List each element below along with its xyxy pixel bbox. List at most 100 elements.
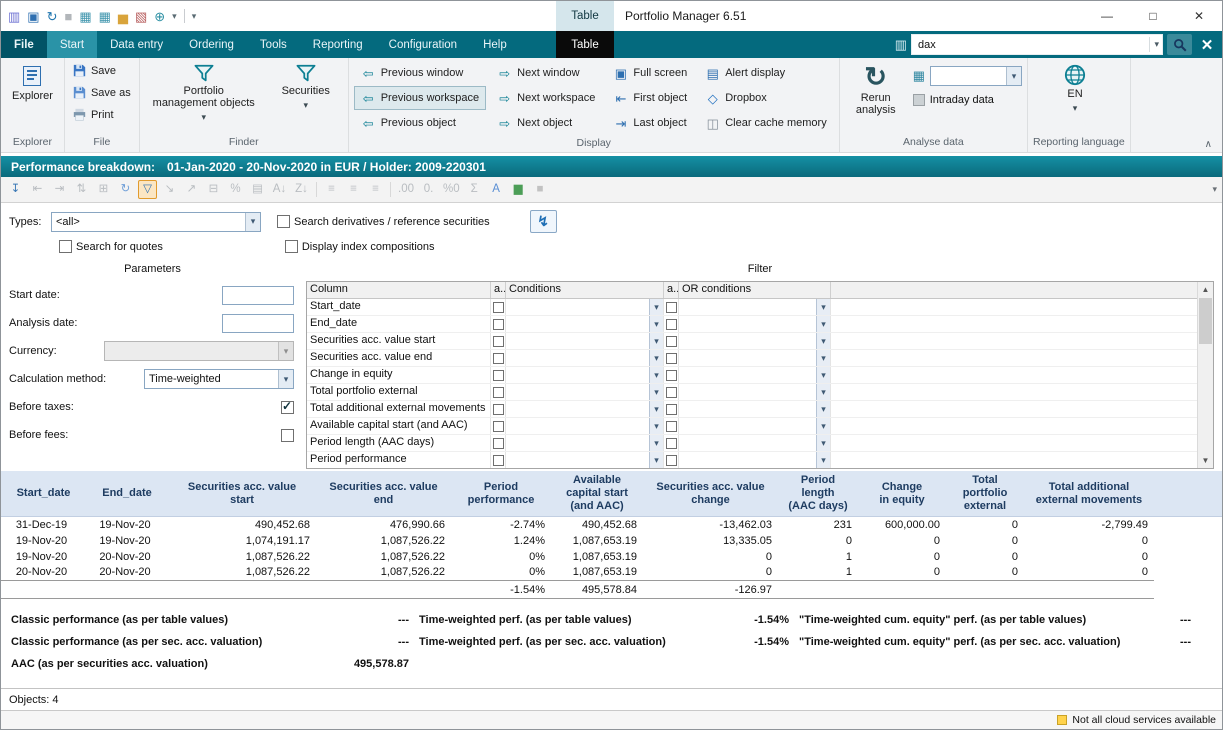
filter-or-checkbox[interactable] — [664, 350, 679, 366]
filter-and-checkbox[interactable] — [491, 435, 506, 451]
time-table-icon[interactable]: ▦ — [99, 10, 111, 23]
filter-or-conditions-select[interactable] — [679, 299, 831, 315]
chart-rise-icon[interactable]: ↗ — [182, 180, 201, 199]
analysis-date-input[interactable] — [222, 314, 294, 333]
alert-display-button[interactable]: ▤Alert display — [698, 61, 833, 85]
rerun-analysis-button[interactable]: ↻ Rerun analysis — [845, 61, 907, 119]
previous-object-button[interactable]: ⇦Previous object — [354, 111, 486, 135]
column-header[interactable]: Total additional external movements — [1024, 471, 1154, 517]
clear-cache-button[interactable]: ◫Clear cache memory — [698, 111, 833, 135]
sigma-icon[interactable]: Σ — [465, 180, 484, 199]
export-table-icon[interactable]: ↧ — [6, 180, 25, 199]
filter-conditions-select[interactable] — [506, 401, 664, 417]
column-header[interactable]: Available capital start (and AAC) — [551, 471, 643, 517]
chevron-down-icon[interactable]: ▾ — [1149, 37, 1159, 52]
toolbar-overflow-icon[interactable] — [1212, 184, 1217, 195]
filter-or-conditions-select[interactable] — [679, 435, 831, 451]
tab-table[interactable]: Table — [556, 31, 614, 58]
filter-or-conditions-select[interactable] — [679, 316, 831, 332]
table-row[interactable]: 19-Nov-2020-Nov-201,087,526.221,087,526.… — [1, 549, 1222, 565]
chevron-down-icon[interactable]: ▾ — [172, 11, 177, 22]
maximize-button[interactable]: □ — [1130, 1, 1176, 31]
tab-file[interactable]: File — [1, 31, 47, 58]
filter-or-conditions-select[interactable] — [679, 384, 831, 400]
filter-column-name[interactable]: Securities acc. value end — [307, 350, 491, 366]
filter-or-conditions-select[interactable] — [679, 418, 831, 434]
filter-conditions-select[interactable] — [506, 367, 664, 383]
portfolio-management-objects-button[interactable]: Portfolio management objects — [145, 61, 263, 126]
search-button[interactable] — [1167, 34, 1192, 55]
filter-or-conditions-select[interactable] — [679, 333, 831, 349]
column-header[interactable]: Securities acc. value change — [643, 471, 778, 517]
filter-or-checkbox[interactable] — [664, 452, 679, 468]
workspace-chart-icon[interactable]: ▥ — [8, 10, 20, 23]
filter-header-or-conditions[interactable]: OR conditions — [679, 282, 831, 298]
filter-column-name[interactable]: Total portfolio external — [307, 384, 491, 400]
securities-button[interactable]: Securities — [269, 61, 343, 114]
tab-data-entry[interactable]: Data entry — [97, 31, 176, 58]
sum-row-icon[interactable]: ⊟ — [204, 180, 223, 199]
filter-icon[interactable]: ▽ — [138, 180, 157, 199]
currency-select[interactable] — [104, 341, 294, 361]
filter-or-checkbox[interactable] — [664, 299, 679, 315]
run-search-button[interactable]: ↯ — [530, 210, 557, 233]
filter-or-checkbox[interactable] — [664, 401, 679, 417]
column-header[interactable]: Securities acc. value end — [316, 471, 451, 517]
scroll-down-icon[interactable] — [1198, 453, 1213, 468]
add-decimal-icon[interactable]: .00 — [396, 180, 416, 199]
save-as-button[interactable]: Save as — [70, 83, 134, 102]
filter-column-name[interactable]: Available capital start (and AAC) — [307, 418, 491, 434]
close-button[interactable]: ✕ — [1176, 1, 1222, 31]
before-taxes-checkbox[interactable] — [281, 401, 294, 414]
before-fees-checkbox[interactable] — [281, 429, 294, 442]
start-date-input[interactable] — [222, 286, 294, 305]
first-object-button[interactable]: ⇤First object — [606, 86, 694, 110]
stop-icon[interactable]: ■ — [65, 10, 73, 23]
filter-column-name[interactable]: Total additional external movements — [307, 401, 491, 417]
filter-column-name[interactable]: End_date — [307, 316, 491, 332]
ledger-icon[interactable]: ▤ — [248, 180, 267, 199]
chart-decline-icon[interactable]: ↘ — [160, 180, 179, 199]
next-object-button[interactable]: ⇨Next object — [490, 111, 602, 135]
tab-help[interactable]: Help — [470, 31, 520, 58]
filter-or-conditions-select[interactable] — [679, 367, 831, 383]
filter-column-name[interactable]: Change in equity — [307, 367, 491, 383]
tab-start[interactable]: Start — [47, 31, 97, 58]
percent-format-icon[interactable]: %0 — [441, 180, 462, 199]
tab-reporting[interactable]: Reporting — [300, 31, 376, 58]
filter-header-and[interactable]: a.. — [491, 282, 506, 298]
display-index-checkbox[interactable] — [285, 240, 298, 253]
filter-and-checkbox[interactable] — [491, 299, 506, 315]
types-select[interactable]: <all> — [51, 212, 261, 232]
filter-or-checkbox[interactable] — [664, 316, 679, 332]
filter-or-checkbox[interactable] — [664, 384, 679, 400]
column-header[interactable]: Period performance — [451, 471, 551, 517]
collapse-ribbon-button[interactable]: ∧ — [1205, 139, 1212, 150]
filter-or-checkbox[interactable] — [664, 418, 679, 434]
filter-or-checkbox[interactable] — [664, 367, 679, 383]
filter-and-checkbox[interactable] — [491, 452, 506, 468]
full-screen-button[interactable]: ▣Full screen — [606, 61, 694, 85]
search-quotes-checkbox[interactable] — [59, 240, 72, 253]
refresh-icon[interactable]: ↻ — [47, 10, 58, 23]
filter-and-checkbox[interactable] — [491, 367, 506, 383]
filter-conditions-select[interactable] — [506, 418, 664, 434]
intraday-data-icon[interactable] — [913, 94, 925, 106]
last-object-button[interactable]: ⇥Last object — [606, 111, 694, 135]
save-icon[interactable]: ▣ — [27, 10, 39, 23]
filter-column-name[interactable]: Securities acc. value start — [307, 333, 491, 349]
close-search-button[interactable]: ✕ — [1196, 34, 1218, 55]
font-color-icon[interactable]: A — [487, 180, 506, 199]
dropbox-button[interactable]: ◇Dropbox — [698, 86, 833, 110]
web-table-icon[interactable]: ⊕ — [154, 10, 165, 23]
previous-workspace-button[interactable]: ⇦Previous workspace — [354, 86, 486, 110]
search-derivatives-checkbox[interactable] — [277, 215, 290, 228]
table-row[interactable]: 20-Nov-2020-Nov-201,087,526.221,087,526.… — [1, 565, 1222, 581]
remove-decimal-icon[interactable]: 0. — [419, 180, 438, 199]
refresh-icon[interactable]: ↻ — [116, 180, 135, 199]
filter-conditions-select[interactable] — [506, 384, 664, 400]
next-window-button[interactable]: ⇨Next window — [490, 61, 602, 85]
percent-icon[interactable]: % — [226, 180, 245, 199]
filter-scrollbar[interactable] — [1197, 282, 1213, 468]
align-right-icon[interactable]: ≡ — [366, 180, 385, 199]
